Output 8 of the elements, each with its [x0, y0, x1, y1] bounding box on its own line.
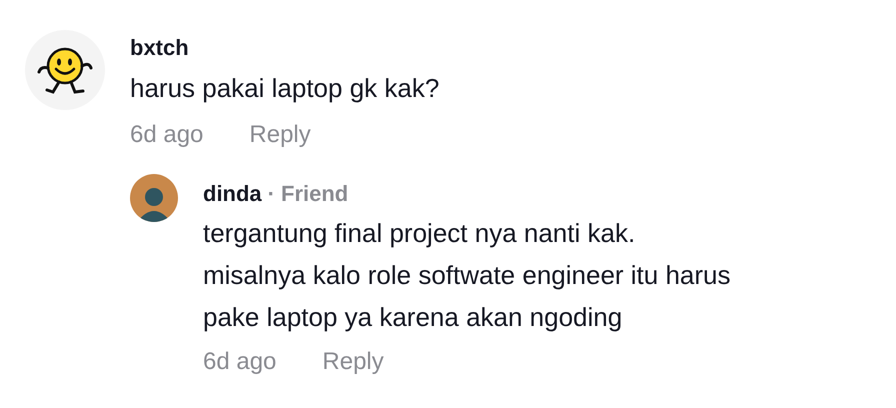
timestamp: 6d ago — [130, 120, 204, 150]
friend-label: Friend — [281, 180, 348, 208]
username[interactable]: dinda — [203, 180, 262, 208]
username[interactable]: bxtch — [130, 34, 731, 62]
timestamp: 6d ago — [203, 347, 276, 377]
separator: · — [268, 180, 275, 208]
comment-text: harus pakai laptop gk kak? — [130, 72, 440, 105]
comment-text: tergantung final project nya nanti kak. misalnya kalo role softwate engineer itu harus pake laptop ya karena akan ngoding — [203, 217, 731, 334]
